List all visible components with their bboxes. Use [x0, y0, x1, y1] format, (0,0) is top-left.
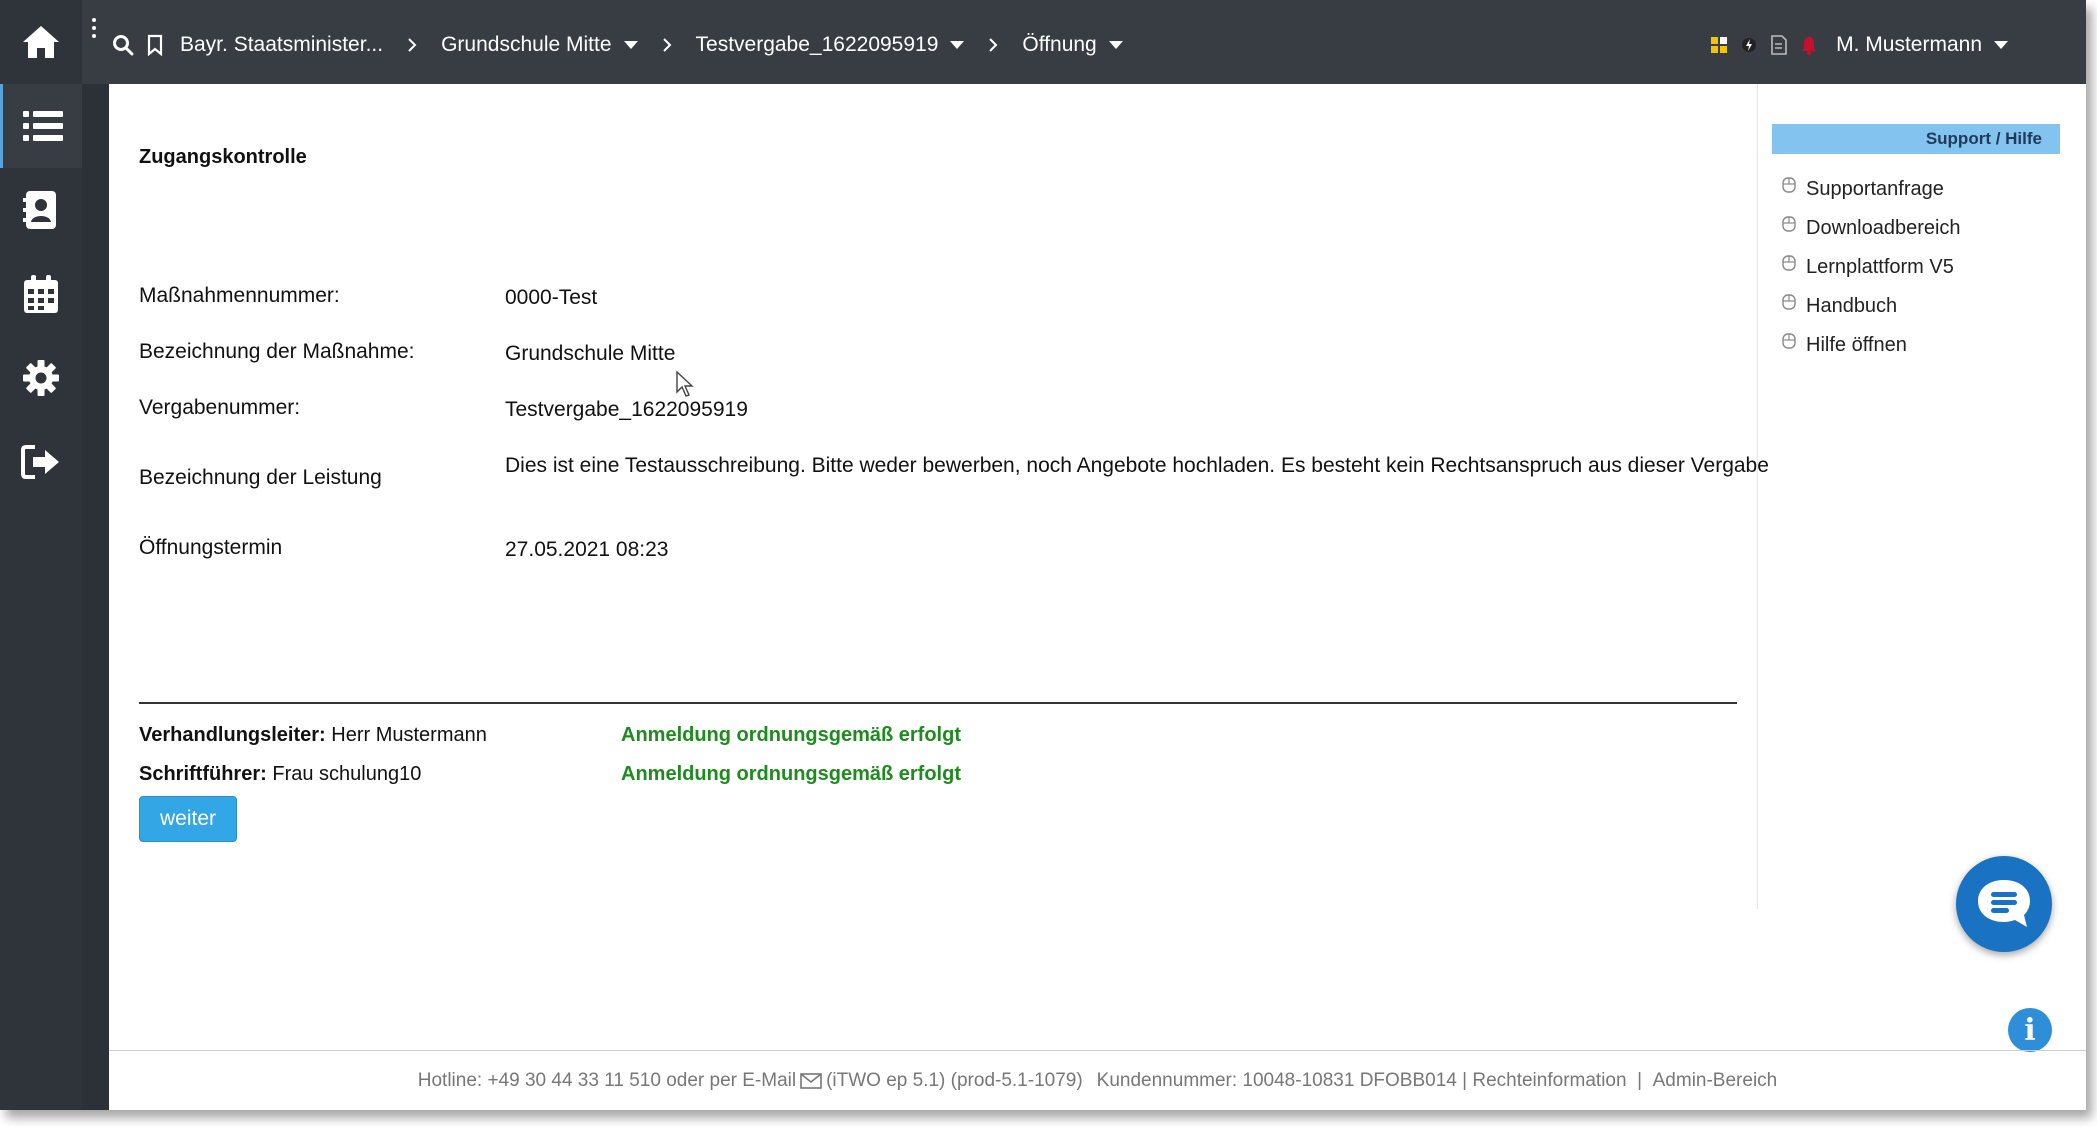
content-area: Zugangskontrolle Maßnahmennummer: 0000-T…: [109, 84, 2086, 1050]
contact-book-icon: [23, 191, 56, 229]
chevron-right-icon: [662, 37, 672, 53]
divider: [139, 702, 1737, 704]
support-item-downloads[interactable]: Downloadbereich: [1782, 209, 1961, 248]
breadcrumb-procurement[interactable]: Testvergabe_1622095919: [696, 33, 965, 57]
more-menu-icon[interactable]: [92, 18, 98, 42]
field-value: Dies ist eine Testausschreibung. Bitte w…: [505, 454, 1769, 477]
breadcrumb: Bayr. Staatsminister... Grundschule Mitt…: [112, 0, 1123, 90]
mouse-icon: [1782, 176, 1796, 193]
field-label: Vergabenummer:: [139, 396, 301, 419]
caret-down-icon: [950, 41, 965, 49]
chevron-right-icon: [407, 37, 417, 53]
caret-down-icon: [1994, 41, 2008, 49]
attendee-row: Schriftführer: Frau schulung10: [139, 763, 421, 786]
field-value: 27.05.2021 08:23: [505, 538, 669, 561]
calendar-icon: [24, 275, 58, 313]
support-item-learning[interactable]: Lernplattform V5: [1782, 248, 1961, 287]
gear-icon: [23, 360, 59, 396]
footer-version: (iTWO ep 5.1) (prod-5.1-1079): [826, 1069, 1083, 1091]
field-value: Grundschule Mitte: [505, 342, 676, 365]
field-label: Öffnungstermin: [139, 536, 283, 559]
field-value: 0000-Test: [505, 286, 598, 309]
app-window: Bayr. Staatsminister... Grundschule Mitt…: [0, 0, 2086, 1110]
info-icon: i: [2024, 1012, 2036, 1048]
home-icon: [23, 26, 59, 58]
field-value: Testvergabe_1622095919: [505, 398, 748, 421]
attendee-name: Frau schulung10: [266, 763, 422, 785]
field-label: Bezeichnung der Maßnahme:: [139, 340, 415, 363]
field-label: Maßnahmennummer:: [139, 284, 340, 307]
mouse-icon: [1782, 293, 1796, 310]
next-button[interactable]: weiter: [139, 796, 237, 842]
bell-icon[interactable]: [1798, 34, 1820, 56]
support-panel: Support / Hilfe Supportanfrage Downloadb…: [1757, 84, 2067, 909]
chat-button[interactable]: [1956, 856, 2052, 952]
sidebar-item-settings[interactable]: [0, 336, 82, 420]
page-title: Zugangskontrolle: [139, 146, 307, 168]
field-label: Bezeichnung der Leistung: [139, 466, 382, 489]
flash-icon[interactable]: [1738, 34, 1760, 56]
search-icon[interactable]: [112, 34, 134, 56]
support-item-help[interactable]: Hilfe öffnen: [1782, 326, 1961, 365]
support-item-request[interactable]: Supportanfrage: [1782, 170, 1961, 209]
sidebar: [0, 84, 82, 1110]
footer-legal-link[interactable]: Rechteinformation: [1472, 1070, 1626, 1092]
apps-icon[interactable]: [1708, 34, 1730, 56]
footer-admin-link[interactable]: Admin-Bereich: [1653, 1070, 1778, 1092]
caret-down-icon: [1108, 41, 1123, 49]
mouse-icon: [1782, 332, 1796, 349]
footer-hotline: Hotline: +49 30 44 33 11 510 oder per E-…: [417, 1069, 797, 1091]
attendee-name: Herr Mustermann: [325, 724, 487, 746]
footer: Hotline: +49 30 44 33 11 510 oder per E-…: [109, 1050, 2086, 1110]
sign-out-icon: [21, 445, 59, 479]
caret-down-icon: [623, 41, 638, 49]
bookmark-icon[interactable]: [146, 34, 164, 56]
sidebar-item-logout[interactable]: [0, 420, 82, 504]
support-list: Supportanfrage Downloadbereich Lernplatt…: [1782, 170, 1961, 365]
sidebar-item-contacts[interactable]: [0, 168, 82, 252]
home-button[interactable]: [0, 0, 82, 84]
top-bar: Bayr. Staatsminister... Grundschule Mitt…: [0, 0, 2086, 84]
sidebar-item-list[interactable]: [0, 84, 82, 168]
mouse-icon: [1782, 254, 1796, 271]
chat-bubble-icon: [1978, 880, 2030, 927]
support-heading: Support / Hilfe: [1772, 124, 2060, 154]
user-menu[interactable]: M. Mustermann: [1836, 33, 2008, 57]
mail-icon[interactable]: [800, 1072, 822, 1089]
mouse-icon: [1782, 215, 1796, 232]
status-badge: Anmeldung ordnungsgemäß erfolgt: [621, 763, 961, 785]
notes-icon[interactable]: [1768, 34, 1790, 56]
breadcrumb-school[interactable]: Grundschule Mitte: [441, 33, 638, 57]
status-badge: Anmeldung ordnungsgemäß erfolgt: [621, 724, 961, 746]
info-button[interactable]: i: [2008, 1008, 2052, 1052]
attendee-role: Verhandlungsleiter:: [139, 724, 326, 746]
support-item-manual[interactable]: Handbuch: [1782, 287, 1961, 326]
breadcrumb-opening[interactable]: Öffnung: [1022, 33, 1123, 57]
sidebar-item-calendar[interactable]: [0, 252, 82, 336]
breadcrumb-ministry[interactable]: Bayr. Staatsminister...: [180, 33, 383, 57]
topbar-right: M. Mustermann: [1708, 0, 2008, 90]
attendee-role: Schriftführer:: [139, 763, 267, 785]
sidebar-gutter: [82, 84, 109, 1110]
attendee-row: Verhandlungsleiter: Herr Mustermann: [139, 724, 487, 747]
chevron-right-icon: [988, 37, 998, 53]
list-icon: [22, 111, 63, 141]
footer-customer: Kundennummer: 10048-10831 DFOBB014: [1096, 1069, 1457, 1091]
mouse-cursor-icon: [676, 370, 694, 397]
